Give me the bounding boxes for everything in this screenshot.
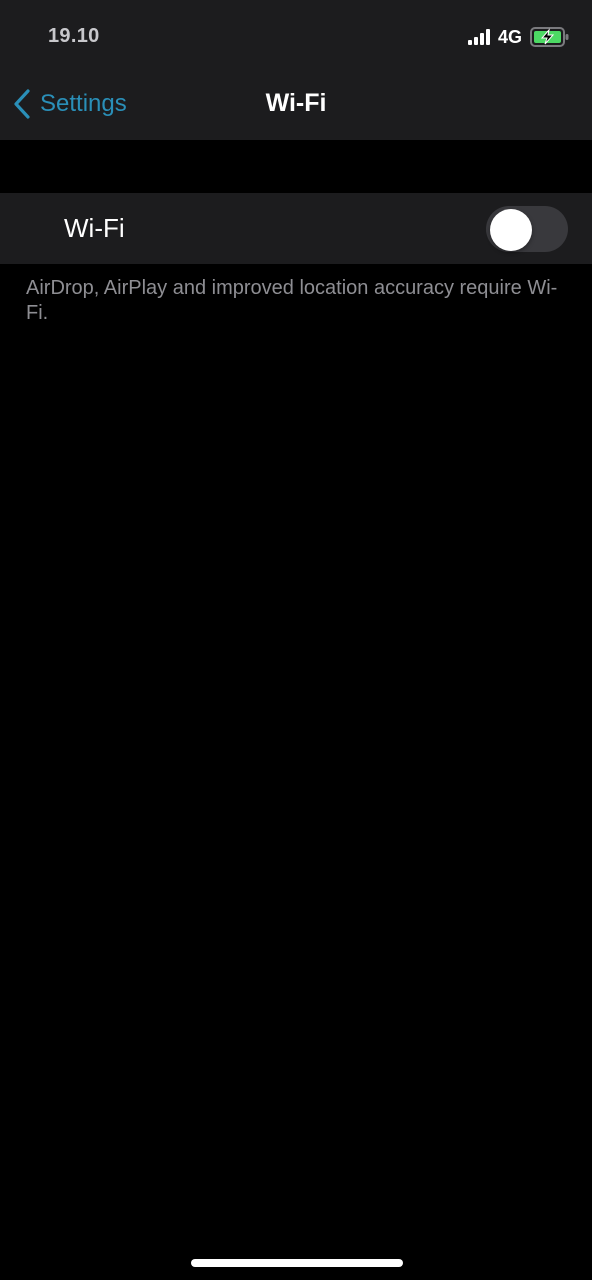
wifi-setting-row: Wi-Fi [0, 193, 592, 264]
cellular-signal-icon [467, 29, 490, 45]
battery-charging-icon [530, 27, 569, 47]
navigation-bar: Settings Wi-Fi [0, 72, 592, 140]
toggle-knob [490, 209, 532, 251]
wifi-toggle[interactable] [486, 206, 568, 252]
wifi-footer-note: AirDrop, AirPlay and improved location a… [26, 277, 558, 324]
page-title: Wi-Fi [265, 89, 327, 117]
network-type: 4G [497, 26, 522, 47]
home-indicator[interactable] [191, 1259, 403, 1267]
status-indicators: 4G [467, 24, 570, 50]
status-bar: 19.10 4G [0, 0, 592, 72]
wifi-row-label: Wi-Fi [64, 213, 125, 243]
status-time: 19.10 [48, 25, 100, 47]
